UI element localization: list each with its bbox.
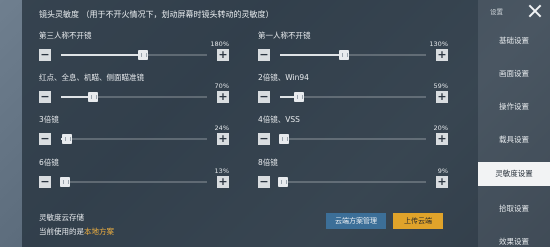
increase-button[interactable]: +	[436, 91, 448, 103]
slider-label: 6倍镜	[39, 158, 59, 167]
slider-fill	[280, 54, 345, 56]
slider-thumb[interactable]	[61, 134, 72, 144]
slider-label: 2倍镜、Win94	[258, 73, 309, 82]
slider-percent: 70%	[214, 82, 229, 90]
slider-percent: 59%	[433, 82, 448, 90]
slider-percent: 9%	[437, 167, 448, 175]
tab-basic[interactable]: 基础设置	[478, 29, 550, 53]
slider-track[interactable]	[61, 134, 207, 144]
increase-button[interactable]: +	[217, 133, 229, 145]
slider-label: 第三人称不开镜	[39, 31, 92, 40]
slider-percent: 20%	[433, 124, 448, 132]
slider-track[interactable]	[277, 177, 426, 187]
current-scheme-prefix: 当前使用的是	[39, 227, 84, 236]
slider-percent: 24%	[214, 124, 229, 132]
decrease-button[interactable]: −	[258, 133, 270, 145]
slider-thumb[interactable]	[339, 50, 350, 60]
increase-button[interactable]: +	[436, 176, 448, 188]
section-heading: 镜头灵敏度 （用于不开火情况下，划动屏幕时镜头转动的灵敏度）	[39, 10, 274, 19]
tab-pickup[interactable]: 拾取设置	[478, 197, 550, 221]
slider-6x-scope[interactable]: 6倍镜 13% − +	[39, 157, 229, 209]
slider-track[interactable]	[61, 92, 207, 102]
slider-label: 红点、全息、机瞄、侧面瞄准镜	[39, 73, 144, 82]
slider-track[interactable]	[60, 177, 207, 187]
upload-cloud-button[interactable]: 上传云端	[393, 213, 443, 229]
sidebar-header: 设置	[478, 0, 550, 22]
increase-button[interactable]: +	[436, 49, 448, 61]
slider-label: 8倍镜	[258, 158, 278, 167]
slider-thumb[interactable]	[60, 177, 71, 187]
slider-label: 3倍镜	[39, 115, 59, 124]
cloud-manage-button[interactable]: 云端方案管理	[326, 213, 386, 229]
close-icon[interactable]	[528, 4, 542, 18]
decrease-button[interactable]: −	[258, 91, 270, 103]
slider-label: 4倍镜、VSS	[258, 115, 300, 124]
slider-percent: 180%	[210, 40, 229, 48]
decrease-button[interactable]: −	[258, 176, 270, 188]
slider-percent: 13%	[214, 167, 229, 175]
slider-track[interactable]	[280, 50, 426, 60]
current-scheme-value: 本地方案	[84, 227, 114, 236]
slider-track[interactable]	[280, 92, 426, 102]
increase-button[interactable]: +	[436, 133, 448, 145]
slider-fill	[61, 54, 143, 56]
decrease-button[interactable]: −	[39, 91, 51, 103]
decrease-button[interactable]: −	[39, 176, 51, 188]
slider-percent: 130%	[429, 40, 448, 48]
slider-track[interactable]	[61, 50, 207, 60]
tab-controls[interactable]: 操作设置	[478, 95, 550, 119]
increase-button[interactable]: +	[217, 176, 229, 188]
current-scheme: 当前使用的是本地方案	[39, 226, 114, 237]
slider-thumb[interactable]	[88, 92, 99, 102]
slider-thumb[interactable]	[293, 92, 304, 102]
slider-thumb[interactable]	[279, 134, 290, 144]
decrease-button[interactable]: −	[258, 49, 270, 61]
slider-track[interactable]	[279, 134, 426, 144]
decrease-button[interactable]: −	[39, 133, 51, 145]
slider-thumb[interactable]	[277, 177, 288, 187]
tab-sensitivity[interactable]: 灵敏度设置	[478, 162, 550, 186]
tab-vehicle[interactable]: 载具设置	[478, 128, 550, 152]
slider-thumb[interactable]	[137, 50, 148, 60]
slider-label: 第一人称不开镜	[258, 31, 311, 40]
increase-button[interactable]: +	[217, 49, 229, 61]
cloud-storage-title: 灵敏度云存储	[39, 213, 84, 222]
slider-8x-scope[interactable]: 8倍镜 9% − +	[258, 157, 448, 209]
increase-button[interactable]: +	[217, 91, 229, 103]
tab-graphics[interactable]: 画面设置	[478, 62, 550, 86]
tab-effects[interactable]: 效果设置	[478, 230, 550, 247]
settings-sidebar: 设置 基础设置 画面设置 操作设置 载具设置 灵敏度设置 拾取设置 效果设置	[478, 0, 550, 247]
decrease-button[interactable]: −	[39, 49, 51, 61]
settings-label: 设置	[490, 8, 503, 16]
sensitivity-panel: 镜头灵敏度 （用于不开火情况下，划动屏幕时镜头转动的灵敏度） 第三人称不开镜 1…	[22, 0, 478, 247]
